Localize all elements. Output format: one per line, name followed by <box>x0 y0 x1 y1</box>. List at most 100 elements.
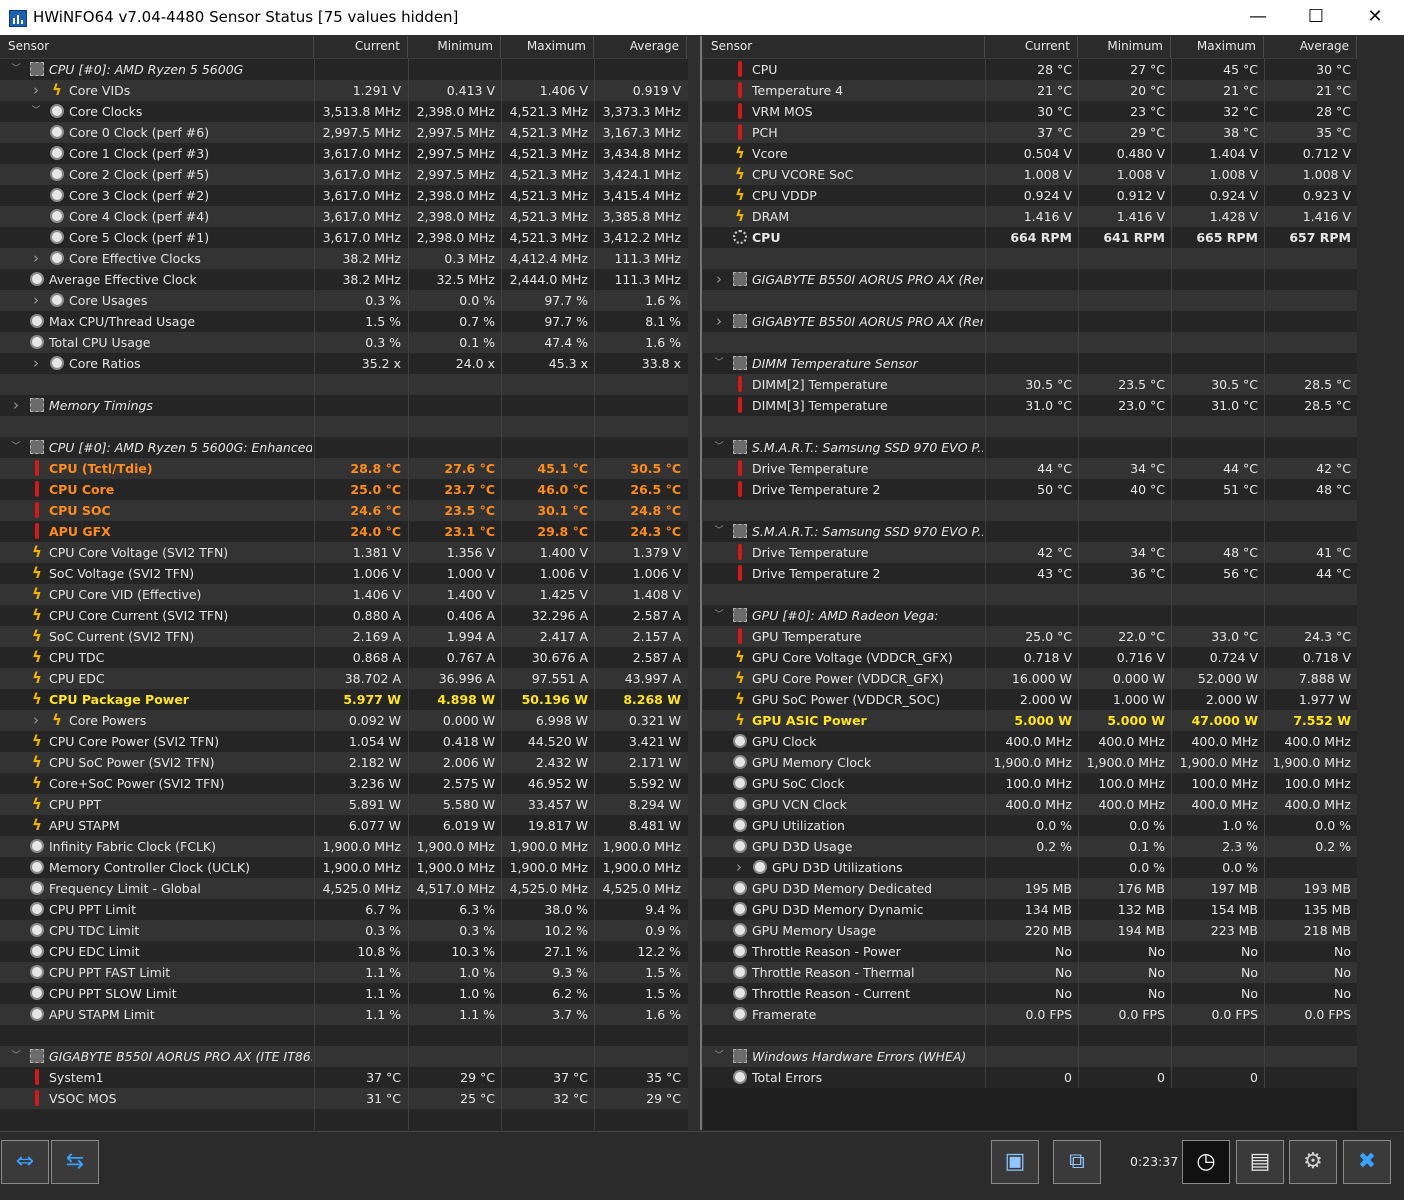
sensor-row[interactable]: ϟ DRAM 1.416 V 1.416 V 1.428 V 1.416 V <box>703 206 1357 227</box>
sensor-row[interactable]: CPU 28 °C 27 °C 45 °C 30 °C <box>703 59 1357 80</box>
maximize-button[interactable]: ☐ <box>1287 0 1345 35</box>
sensor-row[interactable]: ϟ CPU VCORE SoC 1.008 V 1.008 V 1.008 V 1.008… <box>703 164 1357 185</box>
sensor-row[interactable]: GPU Memory Usage 220 MB 194 MB 223 MB 218 MB <box>703 920 1357 941</box>
sensor-group-row[interactable]: ﹀ CPU [#0]: AMD Ryzen 5 5600G: Enhanced <box>0 437 688 458</box>
sensor-row[interactable]: Average Effective Clock 38.2 MHz 32.5 MHz 2… <box>0 269 688 290</box>
collapse-arrow-icon[interactable]: ﹀ <box>10 59 22 80</box>
sensor-row[interactable]: Throttle Reason - Thermal No No No No <box>703 962 1357 983</box>
sensor-row[interactable]: Total CPU Usage 0.3 % 0.1 % 47.4 % 1.6 % <box>0 332 688 353</box>
sensor-row[interactable]: Total Errors 0 0 0 <box>703 1067 1357 1088</box>
sensor-row[interactable]: Throttle Reason - Power No No No No <box>703 941 1357 962</box>
collapse-arrow-icon[interactable]: ﹀ <box>713 1046 725 1067</box>
sensor-row[interactable]: ϟ CPU Core Power (SVI2 TFN) 1.054 W 0.418 W… <box>0 731 688 752</box>
sensor-row[interactable]: CPU PPT FAST Limit 1.1 % 1.0 % 9.3 % 1.5 % <box>0 962 688 983</box>
collapse-arrow-icon[interactable]: ﹀ <box>713 353 725 374</box>
collapse-arrow-icon[interactable]: ﹀ <box>713 521 725 542</box>
sensor-row[interactable]: System1 37 °C 29 °C 37 °C 35 °C <box>0 1067 688 1088</box>
sensor-row[interactable]: ϟ CPU PPT 5.891 W 5.580 W 33.457 W 8.294 W <box>0 794 688 815</box>
sensor-row[interactable]: GPU Temperature 25.0 °C 22.0 °C 33.0 °C 24.3… <box>703 626 1357 647</box>
sensor-row[interactable]: ϟ CPU Core Current (SVI2 TFN) 0.880 A 0.406… <box>0 605 688 626</box>
add-report-button[interactable]: ▤ <box>1236 1140 1284 1184</box>
sensor-group-row[interactable]: ﹀ DIMM Temperature Sensor <box>703 353 1357 374</box>
sensor-row[interactable]: GPU D3D Memory Dynamic 134 MB 132 MB 154 MB… <box>703 899 1357 920</box>
col-sensor-header[interactable]: Sensor <box>703 36 985 58</box>
network-button[interactable]: ⧉ <box>1053 1140 1101 1184</box>
sensor-row[interactable]: CPU PPT Limit 6.7 % 6.3 % 38.0 % 9.4 % <box>0 899 688 920</box>
expand-arrow-icon[interactable]: › <box>713 311 725 332</box>
sensor-row[interactable]: Core 2 Clock (perf #5) 3,617.0 MHz 2,997.5… <box>0 164 688 185</box>
sensor-row[interactable]: ﹀ Core Clocks 3,513.8 MHz 2,398.0 MHz 4,521.… <box>0 101 688 122</box>
sensor-row[interactable]: Memory Controller Clock (UCLK) 1,900.0 MH… <box>0 857 688 878</box>
sensor-row[interactable]: Core 3 Clock (perf #2) 3,617.0 MHz 2,398.0… <box>0 185 688 206</box>
sensor-row[interactable]: ϟ CPU SoC Power (SVI2 TFN) 2.182 W 2.006 W 2… <box>0 752 688 773</box>
sensor-row[interactable]: Core 5 Clock (perf #1) 3,617.0 MHz 2,398.0… <box>0 227 688 248</box>
sensor-row[interactable]: GPU D3D Usage 0.2 % 0.1 % 2.3 % 0.2 % <box>703 836 1357 857</box>
sensor-row[interactable]: GPU D3D Memory Dedicated 195 MB 176 MB 197 … <box>703 878 1357 899</box>
minimize-button[interactable]: — <box>1229 0 1287 35</box>
sensor-row[interactable]: Core 1 Clock (perf #3) 3,617.0 MHz 2,997.5… <box>0 143 688 164</box>
close-window-button[interactable]: ✕ <box>1346 0 1404 35</box>
sensor-row[interactable]: GPU Clock 400.0 MHz 400.0 MHz 400.0 MHz 400.… <box>703 731 1357 752</box>
sensor-row[interactable]: ϟ GPU Core Power (VDDCR_GFX) 16.000 W 0.000… <box>703 668 1357 689</box>
col-average-header[interactable]: Average <box>1264 36 1357 58</box>
collapse-arrow-icon[interactable]: ﹀ <box>10 1046 22 1067</box>
sensor-row[interactable]: CPU 664 RPM 641 RPM 665 RPM 657 RPM <box>703 227 1357 248</box>
settings-button[interactable]: ⚙ <box>1289 1140 1337 1184</box>
sensor-row[interactable]: GPU Utilization 0.0 % 0.0 % 1.0 % 0.0 % <box>703 815 1357 836</box>
sensor-row[interactable]: › ϟ Core Powers 0.092 W 0.000 W 6.998 W 0.321 … <box>0 710 688 731</box>
sensor-row[interactable]: DIMM[3] Temperature 31.0 °C 23.0 °C 31.0 °C… <box>703 395 1357 416</box>
col-maximum-header[interactable]: Maximum <box>1171 36 1264 58</box>
sensor-row[interactable]: CPU PPT SLOW Limit 1.1 % 1.0 % 6.2 % 1.5 % <box>0 983 688 1004</box>
expand-arrow-icon[interactable]: › <box>30 248 42 269</box>
expand-arrow-icon[interactable]: › <box>30 290 42 311</box>
collapse-arrow-icon[interactable]: ﹀ <box>30 101 42 122</box>
sensor-row[interactable]: Drive Temperature 2 43 °C 36 °C 56 °C 44 °C <box>703 563 1357 584</box>
sensor-group-row[interactable]: › Memory Timings <box>0 395 688 416</box>
sensor-group-row[interactable]: › GIGABYTE B550I AORUS PRO AX (Ren... <box>703 269 1357 290</box>
sensor-group-row[interactable]: ﹀ S.M.A.R.T.: Samsung SSD 970 EVO P... <box>703 521 1357 542</box>
sensor-row[interactable]: Infinity Fabric Clock (FCLK) 1,900.0 MHz 1… <box>0 836 688 857</box>
sensor-row[interactable]: Throttle Reason - Current No No No No <box>703 983 1357 1004</box>
sensor-row[interactable]: ϟ SoC Voltage (SVI2 TFN) 1.006 V 1.000 V 1.0… <box>0 563 688 584</box>
sensor-row[interactable]: APU STAPM Limit 1.1 % 1.1 % 3.7 % 1.6 % <box>0 1004 688 1025</box>
sensor-row[interactable]: ϟ GPU SoC Power (VDDCR_SOC) 2.000 W 1.000 W… <box>703 689 1357 710</box>
col-sensor-header[interactable]: Sensor <box>0 36 314 58</box>
sensor-row[interactable]: GPU Memory Clock 1,900.0 MHz 1,900.0 MHz 1,… <box>703 752 1357 773</box>
expand-arrow-icon[interactable]: › <box>30 710 42 731</box>
sensor-row[interactable]: Frequency Limit - Global 4,525.0 MHz 4,517… <box>0 878 688 899</box>
sensor-row[interactable]: › Core Effective Clocks 38.2 MHz 0.3 MHz 4,4… <box>0 248 688 269</box>
close-button[interactable]: ✖ <box>1343 1140 1391 1184</box>
sensor-row[interactable]: Framerate 0.0 FPS 0.0 FPS 0.0 FPS 0.0 FPS <box>703 1004 1357 1025</box>
sensor-row[interactable]: CPU EDC Limit 10.8 % 10.3 % 27.1 % 12.2 % <box>0 941 688 962</box>
sensor-group-row[interactable]: ﹀ Windows Hardware Errors (WHEA) <box>703 1046 1357 1067</box>
sensor-row[interactable]: ϟ CPU EDC 38.702 A 36.996 A 97.551 A 43.997 A <box>0 668 688 689</box>
sensor-row[interactable]: ϟ CPU VDDP 0.924 V 0.912 V 0.924 V 0.923 V <box>703 185 1357 206</box>
sensor-group-row[interactable]: ﹀ GPU [#0]: AMD Radeon Vega: <box>703 605 1357 626</box>
col-current-header[interactable]: Current <box>314 36 408 58</box>
sensor-row[interactable]: Max CPU/Thread Usage 1.5 % 0.7 % 97.7 % 8.1 … <box>0 311 688 332</box>
monitor-button[interactable]: ▣ <box>991 1140 1039 1184</box>
sensor-row[interactable]: › Core Ratios 35.2 x 24.0 x 45.3 x 33.8 x <box>0 353 688 374</box>
sensor-row[interactable]: CPU SOC 24.6 °C 23.5 °C 30.1 °C 24.8 °C <box>0 500 688 521</box>
sensor-row[interactable]: ϟ APU STAPM 6.077 W 6.019 W 19.817 W 8.481 W <box>0 815 688 836</box>
sensor-row[interactable]: ϟ Core+SoC Power (SVI2 TFN) 3.236 W 2.575 W… <box>0 773 688 794</box>
sensor-row[interactable]: ϟ GPU ASIC Power 5.000 W 5.000 W 47.000 W 7.5… <box>703 710 1357 731</box>
sensor-group-row[interactable]: › GIGABYTE B550I AORUS PRO AX (Ren... <box>703 311 1357 332</box>
pane-divider[interactable] <box>700 36 702 1130</box>
sensor-row[interactable]: ϟ CPU Package Power 5.977 W 4.898 W 50.196 W… <box>0 689 688 710</box>
col-average-header[interactable]: Average <box>594 36 687 58</box>
expand-arrow-icon[interactable]: › <box>30 80 42 101</box>
sensor-row[interactable]: ϟ Vcore 0.504 V 0.480 V 1.404 V 0.712 V <box>703 143 1357 164</box>
sensor-row[interactable]: Drive Temperature 42 °C 34 °C 48 °C 41 °C <box>703 542 1357 563</box>
sensor-row[interactable]: ϟ CPU Core VID (Effective) 1.406 V 1.400 V 1… <box>0 584 688 605</box>
clock-button[interactable]: ◷ <box>1182 1140 1230 1184</box>
collapse-arrow-icon[interactable]: ﹀ <box>713 437 725 458</box>
sensor-row[interactable]: › ϟ Core VIDs 1.291 V 0.413 V 1.406 V 0.919 V <box>0 80 688 101</box>
sensor-row[interactable]: VRM MOS 30 °C 23 °C 32 °C 28 °C <box>703 101 1357 122</box>
expand-arrow-icon[interactable]: › <box>713 269 725 290</box>
sensor-group-row[interactable]: ﹀ S.M.A.R.T.: Samsung SSD 970 EVO P... <box>703 437 1357 458</box>
sensor-row[interactable]: CPU Core 25.0 °C 23.7 °C 46.0 °C 26.5 °C <box>0 479 688 500</box>
sensor-row[interactable]: ϟ CPU Core Voltage (SVI2 TFN) 1.381 V 1.356… <box>0 542 688 563</box>
sensor-group-row[interactable]: ﹀ GIGABYTE B550I AORUS PRO AX (ITE IT86..… <box>0 1046 688 1067</box>
col-maximum-header[interactable]: Maximum <box>501 36 594 58</box>
